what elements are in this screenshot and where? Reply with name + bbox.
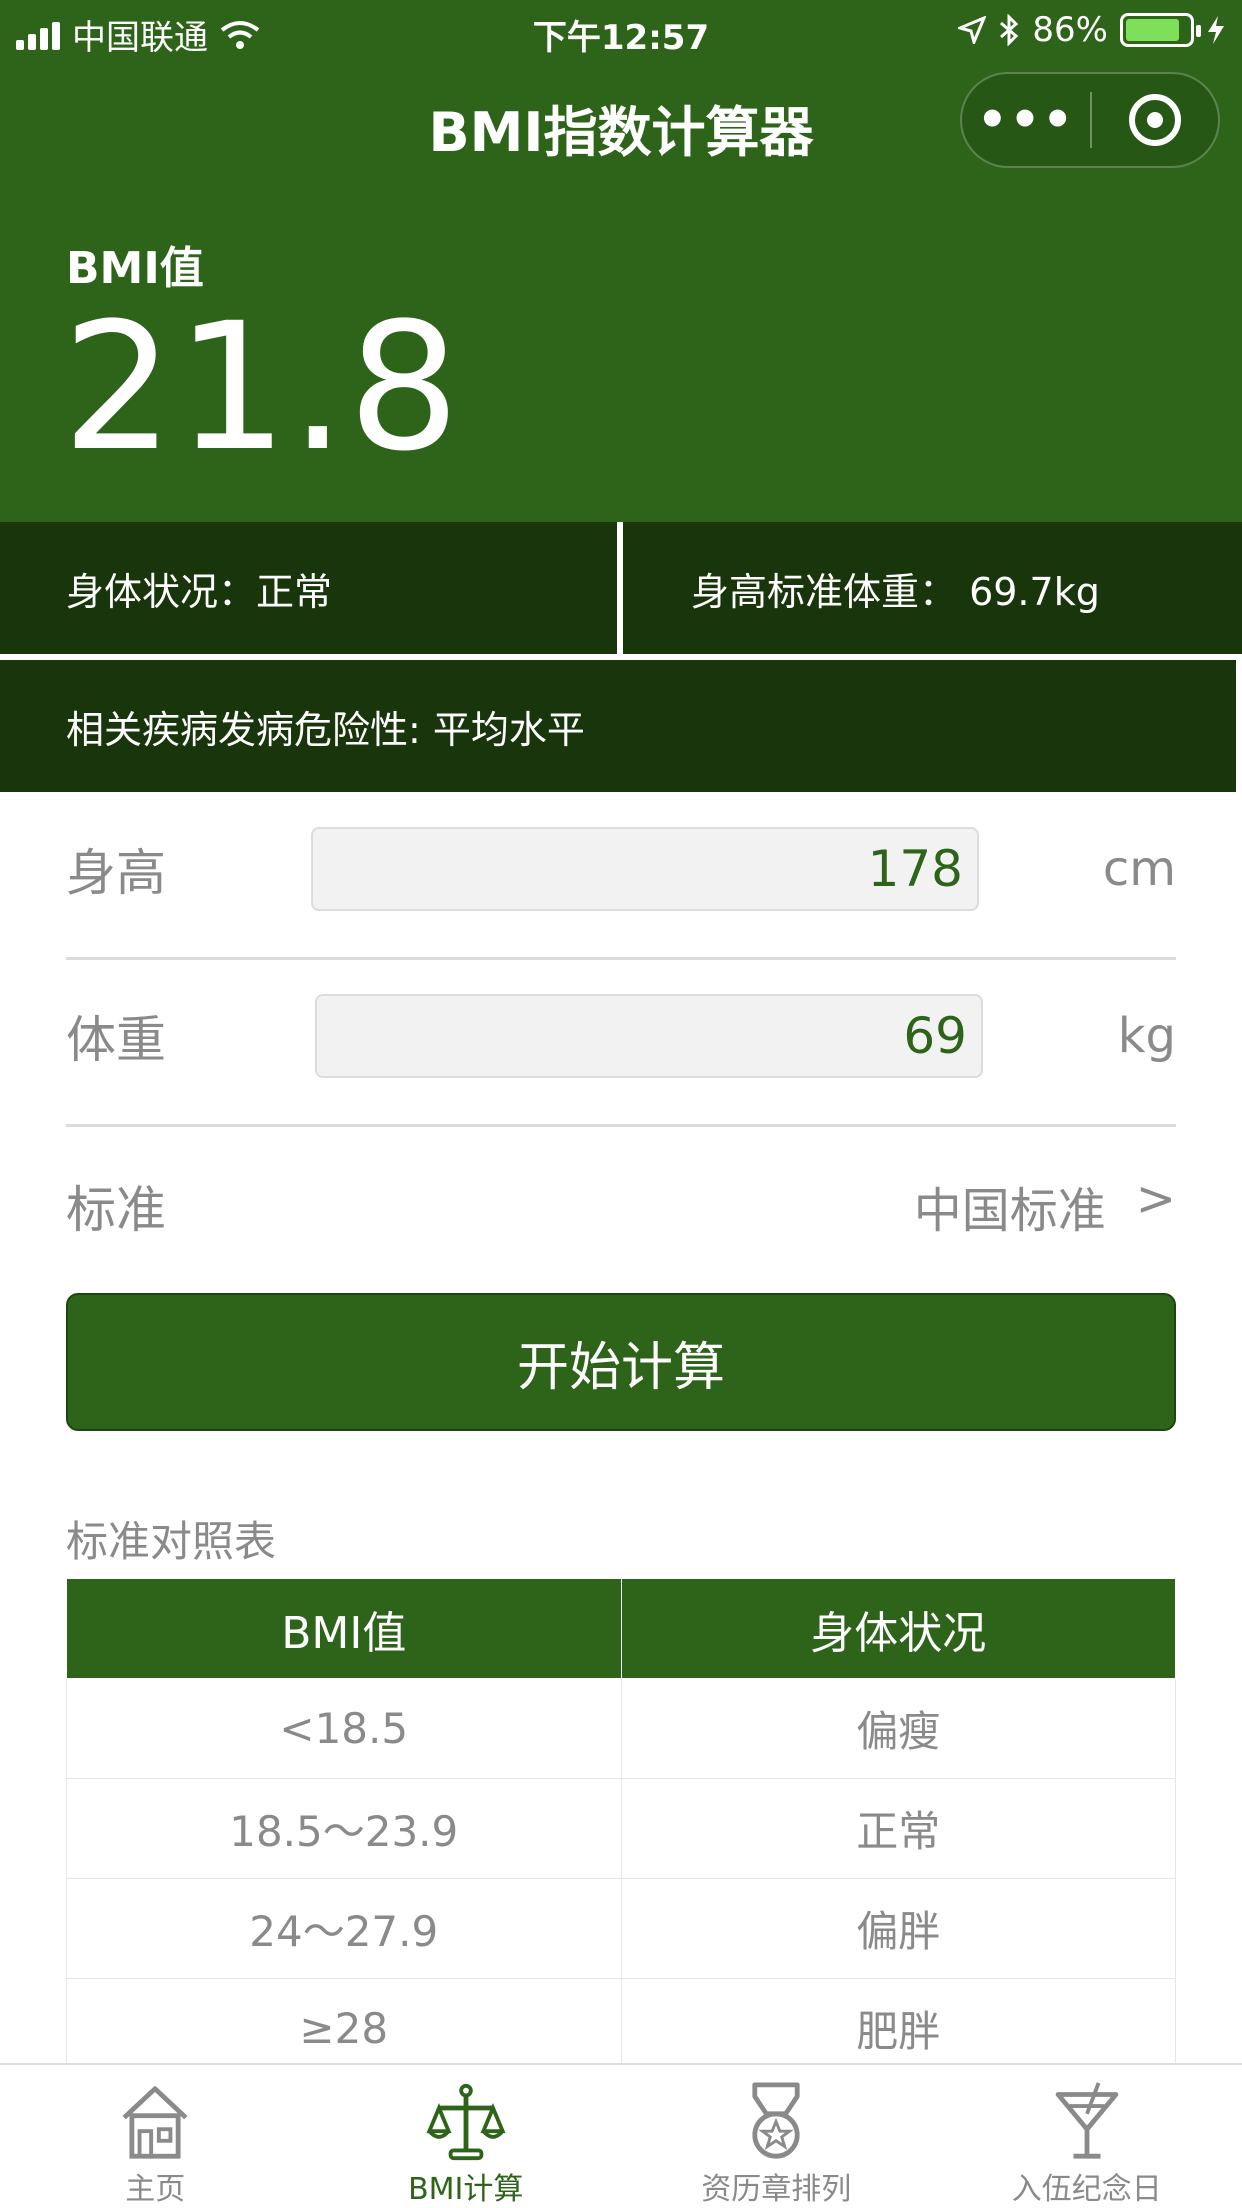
- tab-label: 入伍纪念日: [1011, 2172, 1162, 2207]
- standard-value: 中国标准: [913, 1183, 1106, 1239]
- mini-program-capsule: •••: [960, 72, 1220, 168]
- header: 中国联通 下午12:57 86% BMI指数计算器 ••• BMI值 21.8: [0, 0, 1242, 522]
- cocktail-icon: [1055, 2082, 1119, 2159]
- table-cell: 偏瘦: [620, 1678, 1176, 1779]
- table-header: BMI值: [66, 1578, 622, 1679]
- height-input[interactable]: 178: [311, 827, 979, 911]
- table-cell: <18.5: [66, 1678, 622, 1779]
- table-cell: 正常: [620, 1778, 1176, 1879]
- table-row: 18.5～23.9 正常: [66, 1778, 1176, 1879]
- target-icon: [1129, 94, 1181, 146]
- table-title: 标准对照表: [66, 1517, 277, 1566]
- result-summary-row: 身体状况：正常 身高标准体重： 69.7kg: [0, 522, 1242, 654]
- height-unit: cm: [1102, 841, 1176, 897]
- tab-anniversary[interactable]: 入伍纪念日: [932, 2065, 1242, 2208]
- height-row: 身高 178 cm: [66, 786, 1176, 952]
- chevron-right-icon: >: [1135, 1171, 1176, 1227]
- standard-weight: 身高标准体重： 69.7kg: [623, 522, 1242, 654]
- charging-icon: [1208, 16, 1224, 44]
- bmi-value: 21.8: [62, 285, 462, 490]
- battery-percent: 86%: [1032, 10, 1108, 50]
- divider: [66, 1124, 1176, 1127]
- reference-table: BMI值 身体状况 <18.5 偏瘦 18.5～23.9 正常 24～27.9 …: [66, 1578, 1176, 2079]
- medal-icon: [752, 2082, 800, 2159]
- tab-home[interactable]: 主页: [0, 2065, 311, 2208]
- standard-selector[interactable]: 标准 中国标准 >: [66, 1140, 1176, 1272]
- close-button[interactable]: [1092, 94, 1218, 146]
- location-icon: [958, 16, 987, 44]
- weight-unit: kg: [1117, 1008, 1176, 1064]
- tab-bmi[interactable]: BMI计算: [311, 2065, 622, 2208]
- standard-label: 标准: [66, 1181, 166, 1239]
- tab-bar: 主页 BMI计算 资历章排列 入伍纪念日: [0, 2063, 1242, 2208]
- bluetooth-icon: [1000, 14, 1019, 46]
- scale-icon: [426, 2083, 506, 2161]
- table-header-row: BMI值 身体状况: [66, 1578, 1176, 1679]
- house-icon: [122, 2086, 188, 2159]
- start-calculate-button[interactable]: 开始计算: [66, 1293, 1176, 1431]
- table-cell: 24～27.9: [66, 1878, 622, 1979]
- table-cell: 18.5～23.9: [66, 1778, 622, 1879]
- height-label: 身高: [66, 844, 166, 902]
- weight-label: 体重: [66, 1011, 166, 1069]
- battery-icon: [1120, 13, 1201, 47]
- more-dots-icon[interactable]: •••: [962, 92, 1090, 148]
- tab-label: 资历章排列: [701, 2172, 852, 2207]
- disease-risk: 相关疾病发病危险性: 平均水平: [0, 660, 1236, 792]
- body-status: 身体状况：正常: [0, 522, 617, 654]
- tab-medals[interactable]: 资历章排列: [621, 2065, 932, 2208]
- tab-label: 主页: [125, 2172, 186, 2207]
- table-cell: 偏胖: [620, 1878, 1176, 1979]
- weight-input[interactable]: 69: [315, 994, 983, 1078]
- status-bar: 中国联通 下午12:57 86%: [0, 0, 1242, 62]
- table-row: 24～27.9 偏胖: [66, 1878, 1176, 1979]
- weight-row: 体重 69 kg: [66, 953, 1176, 1119]
- tab-label: BMI计算: [408, 2172, 524, 2207]
- table-row: <18.5 偏瘦: [66, 1678, 1176, 1779]
- table-header: 身体状况: [620, 1578, 1176, 1679]
